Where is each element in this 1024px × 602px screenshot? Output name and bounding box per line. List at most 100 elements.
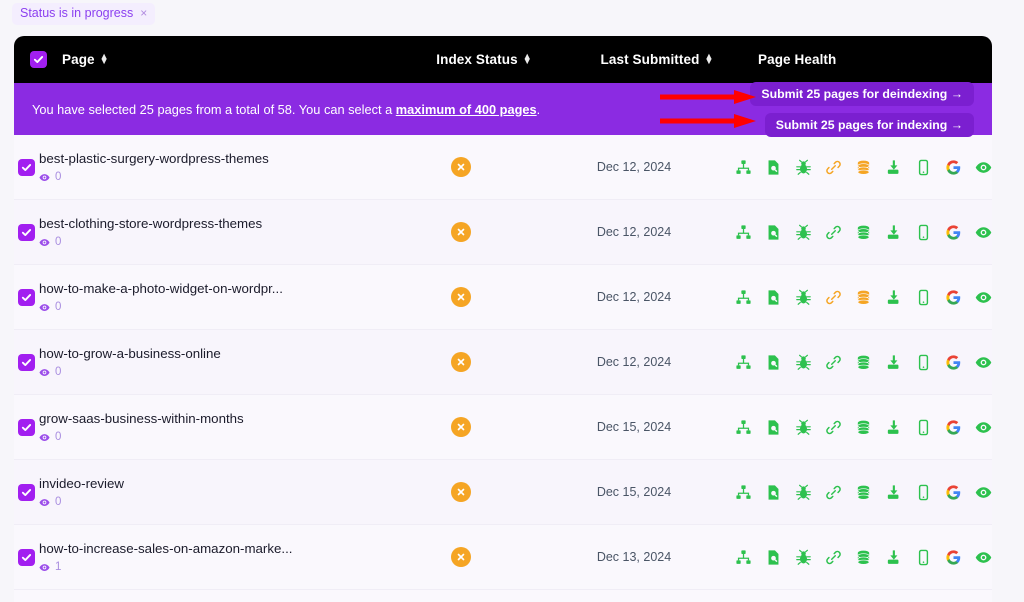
sort-icon[interactable]: ▲ ▼	[100, 52, 109, 65]
column-header-page[interactable]: Page ▲ ▼	[62, 51, 394, 69]
page-slug[interactable]: invideo-review	[39, 476, 371, 491]
row-checkbox[interactable]	[18, 418, 35, 436]
link-icon[interactable]	[825, 484, 842, 501]
import-icon[interactable]	[885, 354, 902, 371]
file-search-icon[interactable]	[765, 224, 782, 241]
sort-icon[interactable]: ▲ ▼	[704, 52, 713, 65]
table-row[interactable]: how-to-make-a-photo-widget-on-wordpr... …	[14, 265, 992, 330]
row-checkbox[interactable]	[18, 223, 35, 241]
file-search-icon[interactable]	[765, 549, 782, 566]
database-icon[interactable]	[855, 419, 872, 436]
mobile-icon[interactable]	[915, 224, 932, 241]
database-icon[interactable]	[855, 354, 872, 371]
bug-icon[interactable]	[795, 224, 812, 241]
link-icon[interactable]	[825, 354, 842, 371]
sitemap-icon[interactable]	[735, 419, 752, 436]
row-checkbox[interactable]	[18, 353, 35, 371]
page-slug[interactable]: how-to-increase-sales-on-amazon-marke...	[39, 541, 371, 556]
sitemap-icon[interactable]	[735, 159, 752, 176]
bug-icon[interactable]	[795, 419, 812, 436]
bug-icon[interactable]	[795, 484, 812, 501]
google-icon[interactable]	[945, 549, 962, 566]
status-badge-not-indexed[interactable]	[451, 222, 471, 242]
sort-icon[interactable]: ▲ ▼	[523, 52, 532, 65]
database-icon[interactable]	[855, 549, 872, 566]
eye-icon[interactable]	[975, 224, 992, 241]
bug-icon[interactable]	[795, 159, 812, 176]
status-badge-not-indexed[interactable]	[451, 417, 471, 437]
table-row[interactable]: invideo-review 0 Dec 15, 2024	[14, 460, 992, 525]
status-badge-not-indexed[interactable]	[451, 287, 471, 307]
eye-icon[interactable]	[975, 419, 992, 436]
mobile-icon[interactable]	[915, 159, 932, 176]
status-badge-not-indexed[interactable]	[451, 482, 471, 502]
bug-icon[interactable]	[795, 354, 812, 371]
google-icon[interactable]	[945, 354, 962, 371]
submit-deindexing-button[interactable]: Submit 25 pages for deindexing →	[750, 81, 974, 106]
import-icon[interactable]	[885, 224, 902, 241]
sitemap-icon[interactable]	[735, 484, 752, 501]
row-checkbox[interactable]	[18, 548, 35, 566]
google-icon[interactable]	[945, 224, 962, 241]
column-header-index-status[interactable]: Index Status ▲ ▼	[394, 51, 574, 69]
google-icon[interactable]	[945, 484, 962, 501]
file-search-icon[interactable]	[765, 159, 782, 176]
row-checkbox[interactable]	[18, 288, 35, 306]
import-icon[interactable]	[885, 419, 902, 436]
sitemap-icon[interactable]	[735, 549, 752, 566]
status-badge-not-indexed[interactable]	[451, 157, 471, 177]
file-search-icon[interactable]	[765, 354, 782, 371]
import-icon[interactable]	[885, 289, 902, 306]
close-icon[interactable]: ×	[140, 7, 147, 19]
table-row[interactable]: how-to-grow-a-business-online 0 Dec 12, …	[14, 330, 992, 395]
mobile-icon[interactable]	[915, 419, 932, 436]
column-header-last-submitted[interactable]: Last Submitted ▲ ▼	[574, 51, 740, 69]
page-slug[interactable]: best-clothing-store-wordpress-themes	[39, 216, 371, 231]
google-icon[interactable]	[945, 289, 962, 306]
table-row[interactable]: best-plastic-surgery-wordpress-themes 0 …	[14, 135, 992, 200]
import-icon[interactable]	[885, 549, 902, 566]
select-all-checkbox[interactable]	[29, 51, 47, 68]
mobile-icon[interactable]	[915, 354, 932, 371]
sitemap-icon[interactable]	[735, 289, 752, 306]
eye-icon[interactable]	[975, 484, 992, 501]
table-row[interactable]: best-clothing-store-wordpress-themes 0 D…	[14, 200, 992, 265]
database-icon[interactable]	[855, 289, 872, 306]
database-icon[interactable]	[855, 159, 872, 176]
import-icon[interactable]	[885, 484, 902, 501]
database-icon[interactable]	[855, 224, 872, 241]
sitemap-icon[interactable]	[735, 354, 752, 371]
file-search-icon[interactable]	[765, 289, 782, 306]
link-icon[interactable]	[825, 159, 842, 176]
mobile-icon[interactable]	[915, 549, 932, 566]
file-search-icon[interactable]	[765, 419, 782, 436]
page-slug[interactable]: how-to-make-a-photo-widget-on-wordpr...	[39, 281, 371, 296]
filter-chip-status[interactable]: Status is in progress ×	[12, 3, 156, 25]
link-icon[interactable]	[825, 289, 842, 306]
page-slug[interactable]: how-to-grow-a-business-online	[39, 346, 371, 361]
link-icon[interactable]	[825, 419, 842, 436]
link-icon[interactable]	[825, 224, 842, 241]
row-checkbox[interactable]	[18, 483, 35, 501]
eye-icon[interactable]	[975, 549, 992, 566]
google-icon[interactable]	[945, 159, 962, 176]
submit-indexing-button[interactable]: Submit 25 pages for indexing →	[764, 112, 974, 137]
bug-icon[interactable]	[795, 549, 812, 566]
google-icon[interactable]	[945, 419, 962, 436]
status-badge-not-indexed[interactable]	[451, 352, 471, 372]
file-search-icon[interactable]	[765, 484, 782, 501]
link-icon[interactable]	[825, 549, 842, 566]
table-row[interactable]: grow-saas-business-within-months 0 Dec 1…	[14, 395, 992, 460]
bug-icon[interactable]	[795, 289, 812, 306]
eye-icon[interactable]	[975, 354, 992, 371]
table-row[interactable]: how-to-increase-sales-on-amazon-marke...…	[14, 525, 992, 590]
max-pages-link[interactable]: maximum of 400 pages	[396, 102, 537, 117]
page-slug[interactable]: best-plastic-surgery-wordpress-themes	[39, 151, 371, 166]
eye-icon[interactable]	[975, 159, 992, 176]
import-icon[interactable]	[885, 159, 902, 176]
eye-icon[interactable]	[975, 289, 992, 306]
database-icon[interactable]	[855, 484, 872, 501]
mobile-icon[interactable]	[915, 484, 932, 501]
mobile-icon[interactable]	[915, 289, 932, 306]
row-checkbox[interactable]	[18, 158, 35, 176]
